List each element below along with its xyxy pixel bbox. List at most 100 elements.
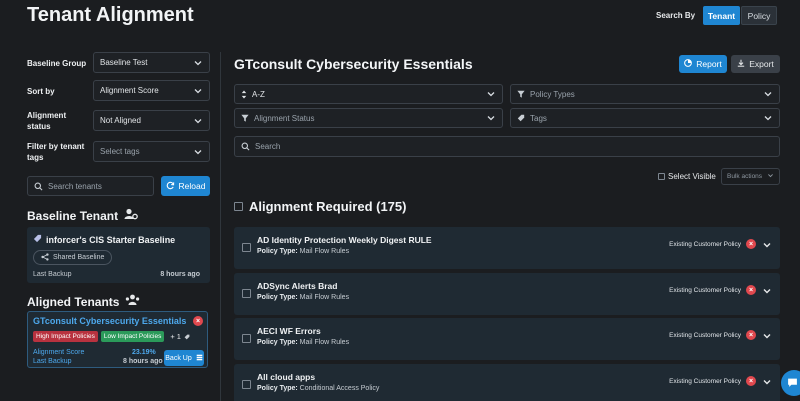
chevron-down-icon	[193, 147, 203, 157]
alignment-status-filter[interactable]: Alignment Status	[234, 108, 503, 128]
sort-by-select[interactable]: Alignment Score	[93, 80, 210, 101]
policy-row[interactable]: AD Identity Protection Weekly Digest RUL…	[234, 227, 780, 269]
chevron-down-icon	[193, 58, 203, 68]
report-icon	[684, 59, 693, 69]
policy-types-select[interactable]: Policy Types	[510, 84, 780, 104]
export-label: Export	[749, 59, 774, 69]
report-button[interactable]: Report	[679, 55, 727, 73]
baseline-tenant-heading: Baseline Tenant	[27, 208, 138, 223]
chevron-down-icon	[763, 113, 773, 123]
policy-row[interactable]: ADSync Alerts Brad Policy Type: Mail Flo…	[234, 273, 780, 315]
policy-row[interactable]: AECI WF Errors Policy Type: Mail Flow Ru…	[234, 318, 780, 360]
chat-button[interactable]	[781, 370, 800, 396]
close-icon[interactable]: ×	[746, 376, 756, 386]
tag-icon	[184, 332, 190, 342]
policy-name: ADSync Alerts Brad	[257, 281, 338, 291]
refresh-icon	[166, 181, 175, 192]
policy-type: Policy Type: Mail Flow Rules	[257, 294, 349, 301]
search-tenants-input[interactable]: Search tenants	[27, 176, 154, 196]
policy-type-value: Mail Flow Rules	[299, 248, 350, 255]
tenant-last-backup-value: 8 hours ago	[123, 358, 163, 365]
select-visible-control[interactable]: Select Visible	[658, 172, 716, 181]
chevron-down-icon	[486, 113, 496, 123]
database-icon	[196, 354, 203, 363]
baseline-group-label: Baseline Group	[27, 59, 87, 68]
close-icon: ×	[193, 316, 203, 326]
select-visible-label: Select Visible	[668, 172, 716, 181]
baseline-group-value: Baseline Test	[100, 58, 148, 67]
policy-type-label: Policy Type:	[257, 339, 298, 346]
more-badges-count[interactable]: + 1	[170, 332, 181, 341]
bulk-actions-dropdown[interactable]: Bulk actions	[721, 168, 780, 185]
policy-type-value: Conditional Access Policy	[299, 385, 380, 392]
policy-checkbox[interactable]	[242, 243, 251, 252]
policy-type-value: Mail Flow Rules	[299, 294, 350, 301]
search-icon	[241, 142, 250, 151]
baseline-group-select[interactable]: Baseline Test	[93, 52, 210, 73]
baseline-last-backup-label: Last Backup	[33, 271, 72, 278]
policy-status: Existing Customer Policy	[669, 378, 741, 385]
filter-tags-select[interactable]: Select tags	[93, 141, 210, 162]
policy-checkbox[interactable]	[242, 380, 251, 389]
chevron-down-icon[interactable]	[762, 240, 772, 252]
users-gear-icon	[124, 208, 138, 223]
tag-icon	[33, 234, 42, 245]
baseline-tenant-card[interactable]: inforcer's CIS Starter Baseline Shared B…	[27, 227, 210, 283]
filter-icon	[241, 114, 249, 122]
tenant-title: GTconsult Cybersecurity Essentials	[234, 56, 473, 72]
sort-order-select[interactable]: A-Z	[234, 84, 503, 104]
chevron-down-icon	[486, 89, 496, 99]
share-icon	[41, 252, 49, 263]
chevron-down-icon[interactable]	[762, 331, 772, 343]
policy-name: All cloud apps	[257, 372, 316, 382]
policy-checkbox[interactable]	[242, 289, 251, 298]
policy-type-value: Mail Flow Rules	[299, 339, 350, 346]
chevron-down-icon[interactable]	[762, 377, 772, 389]
chevron-down-icon	[763, 89, 773, 99]
shared-baseline-pill: Shared Baseline	[33, 250, 113, 265]
baseline-tenant-name: inforcer's CIS Starter Baseline	[46, 234, 176, 245]
alignment-status-select[interactable]: Not Aligned	[93, 110, 210, 131]
remove-tenant-button[interactable]: ×	[193, 316, 203, 326]
select-all-checkbox[interactable]	[234, 202, 243, 211]
chevron-down-icon	[193, 116, 203, 126]
chevron-down-icon	[193, 86, 203, 96]
alignment-required-heading: Alignment Required (175)	[234, 199, 406, 214]
baseline-tenant-name-row: inforcer's CIS Starter Baseline	[33, 234, 175, 245]
policy-name: AD Identity Protection Weekly Digest RUL…	[257, 235, 432, 245]
policy-type: Policy Type: Conditional Access Policy	[257, 385, 379, 392]
close-icon[interactable]: ×	[746, 239, 756, 249]
chevron-down-icon[interactable]	[762, 286, 772, 298]
export-button[interactable]: Export	[731, 55, 780, 73]
report-label: Report	[696, 59, 722, 69]
chevron-down-icon	[767, 172, 774, 181]
close-icon[interactable]: ×	[746, 330, 756, 340]
policy-status: Existing Customer Policy	[669, 332, 741, 339]
reload-button[interactable]: Reload	[161, 176, 210, 196]
search-by-tenant-button[interactable]: Tenant	[703, 6, 740, 25]
reload-label: Reload	[178, 181, 206, 191]
tags-filter[interactable]: Tags	[510, 108, 780, 128]
policy-row[interactable]: All cloud apps Policy Type: Conditional …	[234, 364, 780, 401]
chat-icon	[787, 377, 798, 390]
aligned-tenants-title: Aligned Tenants	[27, 294, 120, 309]
policy-name: AECI WF Errors	[257, 326, 321, 336]
policy-status: Existing Customer Policy	[669, 241, 741, 248]
back-up-button[interactable]: Back Up	[164, 350, 204, 366]
shared-baseline-label: Shared Baseline	[53, 254, 105, 261]
panel-divider	[220, 52, 221, 401]
download-icon	[737, 59, 745, 69]
close-icon[interactable]: ×	[746, 285, 756, 295]
select-visible-checkbox[interactable]	[658, 173, 665, 180]
aligned-tenant-card[interactable]: GTconsult Cybersecurity Essentials × Hig…	[27, 311, 208, 368]
search-by-policy-button[interactable]: Policy	[741, 6, 777, 25]
policy-type: Policy Type: Mail Flow Rules	[257, 339, 349, 346]
filter-icon	[517, 90, 525, 98]
policy-type-label: Policy Type:	[257, 294, 298, 301]
policy-search-input[interactable]: Search	[234, 136, 780, 157]
alignment-status-value: Not Aligned	[100, 116, 141, 125]
policy-checkbox[interactable]	[242, 334, 251, 343]
low-impact-badge: Low Impact Policies	[100, 331, 165, 342]
sort-by-label: Sort by	[27, 87, 55, 96]
sort-by-value: Alignment Score	[100, 86, 159, 95]
